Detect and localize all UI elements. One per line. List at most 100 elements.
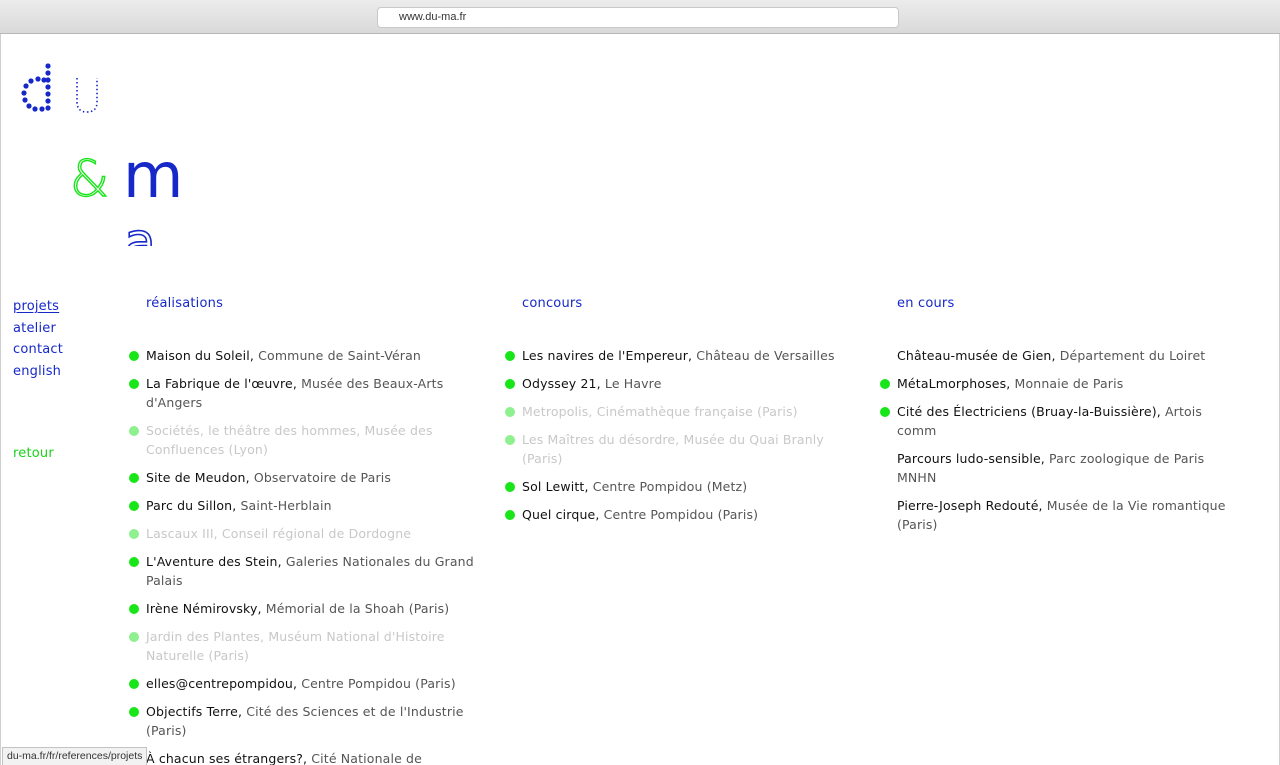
project-title: Maison du Soleil, xyxy=(146,348,255,363)
project-client: Observatoire de Paris xyxy=(253,470,392,485)
status-dot-icon xyxy=(880,407,890,417)
project-item[interactable]: elles@centrepompidou, Centre Pompidou (P… xyxy=(129,674,476,693)
project-title: Cité des Électriciens (Bruay-la-Buissièr… xyxy=(897,404,1161,419)
project-item[interactable]: Parc du Sillon, Saint-Herblain xyxy=(129,496,476,515)
project-item[interactable]: Quel cirque, Centre Pompidou (Paris) xyxy=(505,505,852,524)
project-client: Le Havre xyxy=(604,376,662,391)
status-dot-icon xyxy=(505,482,515,492)
project-title: Pierre-Joseph Redouté, xyxy=(897,498,1043,513)
project-item[interactable]: Pierre-Joseph Redouté, Musée de la Vie r… xyxy=(897,496,1227,534)
project-title: À chacun ses étrangers?, xyxy=(146,751,308,765)
status-dot-icon xyxy=(505,510,515,520)
status-dot-icon xyxy=(129,426,139,436)
project-title: Parcours ludo-sensible, xyxy=(897,451,1045,466)
column-concours: concours Les navires de l'Empereur, Chât… xyxy=(505,296,852,533)
project-list: Les navires de l'Empereur, Château de Ve… xyxy=(505,346,852,524)
project-title: Site de Meudon, xyxy=(146,470,250,485)
project-item[interactable]: MétaLmorphoses, Monnaie de Paris xyxy=(880,374,1227,393)
column-realisations: réalisations Maison du Soleil, Commune d… xyxy=(129,296,476,765)
column-en-cours: en cours Château-musée de Gien, Départem… xyxy=(880,296,1227,543)
back-link[interactable]: retour xyxy=(13,446,54,461)
status-dot-icon xyxy=(129,632,139,642)
project-item[interactable]: Odyssey 21, Le Havre xyxy=(505,374,852,393)
project-title: L'Aventure des Stein, xyxy=(146,554,282,569)
status-dot-icon xyxy=(129,679,139,689)
nav-english[interactable]: english xyxy=(13,361,63,383)
project-title: Parc du Sillon, xyxy=(146,498,237,513)
status-dot-icon xyxy=(129,351,139,361)
project-item[interactable]: Irène Némirovsky, Mémorial de la Shoah (… xyxy=(129,599,476,618)
column-heading: en cours xyxy=(897,296,955,311)
project-client: Commune de Saint-Véran xyxy=(258,348,421,363)
project-title: Odyssey 21, xyxy=(522,376,601,391)
du-ma-logo[interactable]: & m a xyxy=(11,56,191,246)
project-client: Château de Versailles xyxy=(696,348,835,363)
project-title: Sociétés, le théâtre des hommes, xyxy=(146,423,361,438)
project-list: Maison du Soleil, Commune de Saint-Véran… xyxy=(129,346,476,765)
column-heading: concours xyxy=(522,296,583,311)
project-item[interactable]: Metropolis, Cinémathèque française (Pari… xyxy=(505,402,852,421)
project-title: Les Maîtres du désordre, xyxy=(522,432,680,447)
status-dot-icon xyxy=(129,604,139,614)
project-title: Irène Némirovsky, xyxy=(146,601,262,616)
project-item[interactable]: Cité des Électriciens (Bruay-la-Buissièr… xyxy=(880,402,1227,440)
status-dot-icon xyxy=(129,473,139,483)
nav-atelier[interactable]: atelier xyxy=(13,318,63,340)
project-client: Monnaie de Paris xyxy=(1014,376,1124,391)
status-dot-icon xyxy=(129,529,139,539)
project-client: Centre Pompidou (Paris) xyxy=(603,507,759,522)
status-dot-icon xyxy=(505,351,515,361)
logo-letter-u xyxy=(76,78,98,113)
status-dot-icon xyxy=(129,707,139,717)
project-list: Château-musée de Gien, Département du Lo… xyxy=(880,346,1227,534)
page: & m a projets atelier contact english re… xyxy=(0,34,1280,765)
project-client: Département du Loiret xyxy=(1059,348,1206,363)
project-item[interactable]: À chacun ses étrangers?, Cité Nationale … xyxy=(129,749,476,765)
project-item[interactable]: La Fabrique de l'œuvre, Musée des Beaux-… xyxy=(129,374,476,412)
project-title: Metropolis, xyxy=(522,404,593,419)
project-item[interactable]: Château-musée de Gien, Département du Lo… xyxy=(897,346,1227,365)
status-bar-url: du-ma.fr/fr/references/projets xyxy=(2,747,148,765)
project-title: Sol Lewitt, xyxy=(522,479,589,494)
project-client: Saint-Herblain xyxy=(240,498,332,513)
project-client: Centre Pompidou (Metz) xyxy=(592,479,748,494)
project-client: Centre Pompidou (Paris) xyxy=(301,676,456,691)
status-dot-icon xyxy=(505,435,515,445)
column-heading: réalisations xyxy=(146,296,224,311)
project-item[interactable]: Parcours ludo-sensible, Parc zoologique … xyxy=(897,449,1227,487)
status-dot-icon xyxy=(505,407,515,417)
logo-letter-m: m xyxy=(123,139,183,212)
project-client: Conseil régional de Dordogne xyxy=(221,526,412,541)
project-title: Lascaux III, xyxy=(146,526,218,541)
project-item[interactable]: Sociétés, le théâtre des hommes, Musée d… xyxy=(129,421,476,459)
status-dot-icon xyxy=(129,557,139,567)
address-bar[interactable]: www.du-ma.fr xyxy=(377,7,899,28)
project-title: Jardin des Plantes, xyxy=(146,629,265,644)
project-title: La Fabrique de l'œuvre, xyxy=(146,376,297,391)
project-title: MétaLmorphoses, xyxy=(897,376,1011,391)
nav-projets[interactable]: projets xyxy=(13,296,63,318)
project-item[interactable]: Les navires de l'Empereur, Château de Ve… xyxy=(505,346,852,365)
project-title: Quel cirque, xyxy=(522,507,600,522)
project-title: Objectifs Terre, xyxy=(146,704,243,719)
project-item[interactable]: Sol Lewitt, Centre Pompidou (Metz) xyxy=(505,477,852,496)
status-dot-icon xyxy=(880,379,890,389)
project-client: Mémorial de la Shoah (Paris) xyxy=(265,601,450,616)
project-item[interactable]: Les Maîtres du désordre, Musée du Quai B… xyxy=(505,430,852,468)
project-client: Cinémathèque française (Paris) xyxy=(596,404,798,419)
project-title: elles@centrepompidou, xyxy=(146,676,298,691)
status-dot-icon xyxy=(129,379,139,389)
logo-letter-d xyxy=(21,63,51,112)
project-item[interactable]: Lascaux III, Conseil régional de Dordogn… xyxy=(129,524,476,543)
project-item[interactable]: Objectifs Terre, Cité des Sciences et de… xyxy=(129,702,476,740)
project-title: Château-musée de Gien, xyxy=(897,348,1056,363)
project-item[interactable]: L'Aventure des Stein, Galeries Nationale… xyxy=(129,552,476,590)
project-item[interactable]: Jardin des Plantes, Muséum National d'Hi… xyxy=(129,627,476,665)
project-item[interactable]: Maison du Soleil, Commune de Saint-Véran xyxy=(129,346,476,365)
status-dot-icon xyxy=(129,501,139,511)
project-item[interactable]: Site de Meudon, Observatoire de Paris xyxy=(129,468,476,487)
project-title: Les navires de l'Empereur, xyxy=(522,348,693,363)
nav-contact[interactable]: contact xyxy=(13,339,63,361)
status-dot-icon xyxy=(505,379,515,389)
browser-chrome: www.du-ma.fr xyxy=(0,0,1280,34)
